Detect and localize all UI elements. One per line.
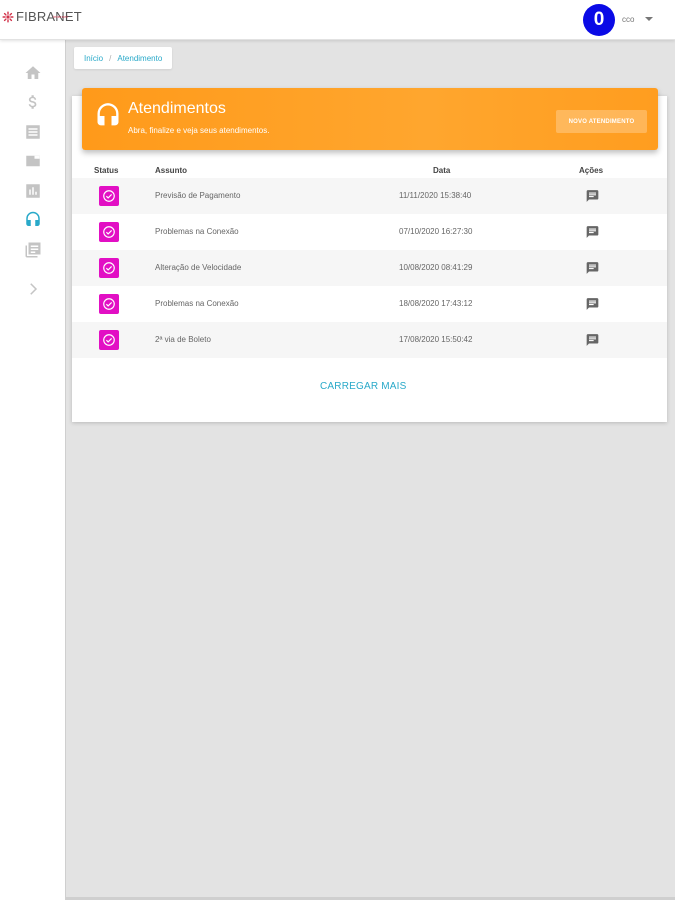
- sidebar-item-home[interactable]: [22, 62, 44, 84]
- card-icon: [26, 155, 40, 167]
- sidebar-item-pagamentos[interactable]: [22, 150, 44, 172]
- chevron-right-icon: [30, 283, 38, 295]
- table-row[interactable]: Alteração de Velocidade 10/08/2020 08:41…: [72, 250, 667, 286]
- comment-icon[interactable]: [585, 297, 600, 311]
- table-row[interactable]: Previsão de Pagamento 11/11/2020 15:38:4…: [72, 178, 667, 214]
- table-row[interactable]: Problemas na Conexão 18/08/2020 17:43:12: [72, 286, 667, 322]
- sidebar-item-contratos[interactable]: [22, 239, 44, 261]
- user-name[interactable]: cco: [622, 15, 634, 24]
- sidebar-item-consumo[interactable]: [22, 180, 44, 202]
- page-subtitle: Abra, finalize e veja seus atendimentos.: [128, 126, 270, 135]
- caret-down-icon[interactable]: [645, 17, 653, 21]
- status-check-icon: [99, 330, 119, 350]
- brand-subtitle: internet: [53, 14, 68, 19]
- sidebar-item-atendimento[interactable]: [22, 209, 44, 231]
- sidebar-item-faturas[interactable]: [22, 121, 44, 143]
- column-header-acoes: Ações: [579, 166, 604, 175]
- dollar-icon: [28, 95, 37, 109]
- column-header-assunto: Assunto: [155, 166, 187, 175]
- row-date: 18/08/2020 17:43:12: [399, 299, 473, 308]
- row-subject: 2ª via de Boleto: [155, 335, 211, 344]
- row-date: 07/10/2020 16:27:30: [399, 227, 473, 236]
- status-check-icon: [99, 258, 119, 278]
- breadcrumb-current: Atendimento: [117, 53, 163, 63]
- row-subject: Problemas na Conexão: [155, 227, 239, 236]
- row-date: 10/08/2020 08:41:29: [399, 263, 473, 272]
- status-check-icon: [99, 186, 119, 206]
- headset-icon: [97, 103, 119, 126]
- comment-icon[interactable]: [585, 261, 600, 275]
- brand-mark-icon: [2, 11, 14, 23]
- headset-icon: [26, 211, 40, 226]
- breadcrumb: Início / Atendimento: [74, 47, 173, 69]
- row-date: 11/11/2020 15:38:40: [399, 191, 472, 200]
- sidebar: [0, 40, 66, 900]
- top-bar: FIBRANET internet 0 cco: [0, 0, 675, 40]
- new-ticket-button[interactable]: NOVO ATENDIMENTO: [556, 110, 647, 133]
- column-header-status: Status: [94, 166, 119, 175]
- sidebar-item-financeiro[interactable]: [22, 91, 44, 113]
- library-icon: [25, 242, 41, 258]
- row-subject: Previsão de Pagamento: [155, 191, 241, 200]
- atendimentos-banner: Atendimentos Abra, finalize e veja seus …: [82, 88, 658, 150]
- page-title: Atendimentos: [128, 100, 226, 117]
- row-date: 17/08/2020 15:50:42: [399, 335, 473, 344]
- column-header-data: Data: [433, 166, 451, 175]
- list-icon: [26, 125, 40, 139]
- row-subject: Alteração de Velocidade: [155, 263, 242, 272]
- table-row[interactable]: Problemas na Conexão 07/10/2020 16:27:30: [72, 214, 667, 250]
- status-check-icon: [99, 222, 119, 242]
- comment-icon[interactable]: [585, 189, 600, 203]
- home-icon: [25, 66, 41, 79]
- comment-icon[interactable]: [585, 333, 600, 347]
- row-subject: Problemas na Conexão: [155, 299, 239, 308]
- load-more-button[interactable]: CARREGAR MAIS: [320, 381, 407, 392]
- brand-logo[interactable]: FIBRANET: [2, 10, 82, 23]
- breadcrumb-home[interactable]: Início: [84, 54, 103, 63]
- brand-name: FIBRANET: [16, 9, 82, 24]
- comment-icon[interactable]: [585, 225, 600, 239]
- sidebar-expand[interactable]: [22, 278, 44, 300]
- user-avatar[interactable]: 0: [583, 4, 615, 36]
- breadcrumb-separator: /: [109, 53, 112, 63]
- bar-chart-icon: [26, 184, 40, 198]
- status-check-icon: [99, 294, 119, 314]
- table-row[interactable]: 2ª via de Boleto 17/08/2020 15:50:42: [72, 322, 667, 358]
